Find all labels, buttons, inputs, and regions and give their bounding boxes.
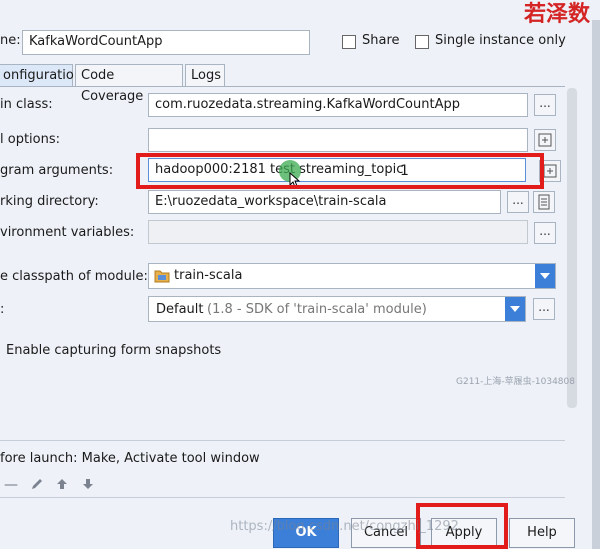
move-down-icon[interactable] — [81, 477, 95, 495]
chevron-down-icon[interactable] — [535, 264, 555, 288]
main-class-label: in class: — [0, 97, 53, 112]
tab-logs[interactable]: Logs — [185, 64, 225, 87]
chevron-down-icon[interactable] — [505, 297, 525, 321]
classpath-module-label: e classpath of module: — [0, 269, 148, 284]
single-instance-checkbox[interactable] — [415, 35, 429, 49]
working-directory-browse-button[interactable]: ... — [507, 191, 529, 213]
jre-value-main: Default — [156, 302, 204, 317]
environment-variables-label: vironment variables: — [0, 225, 135, 240]
environment-variables-button[interactable]: ... — [534, 222, 556, 244]
main-class-field[interactable]: com.ruozedata.streaming.KafkaWordCountAp… — [148, 93, 528, 117]
working-directory-label: rking directory: — [0, 194, 99, 209]
share-label: Share — [362, 33, 400, 48]
scrollbar[interactable] — [567, 88, 577, 408]
vm-options-label: l options: — [0, 132, 61, 147]
vm-options-field[interactable] — [148, 128, 528, 152]
working-directory-field[interactable]: E:\ruozedata_workspace\train-scala — [148, 190, 501, 214]
jre-browse-button[interactable]: ... — [533, 298, 555, 320]
vm-options-expand-icon[interactable] — [534, 129, 556, 151]
footer-watermark: https://blog.csdn.net/congzhi_1292 — [230, 519, 459, 534]
classpath-module-value: train-scala — [174, 268, 243, 283]
gray-watermark: G211-上海-苹履虫-1034808 — [456, 377, 575, 387]
jre-select[interactable]: Default (1.8 - SDK of 'train-scala' modu… — [148, 296, 526, 322]
background-window-edge — [592, 20, 600, 549]
tab-configuration[interactable]: onfiguration — [0, 64, 82, 87]
snapshot-label: Enable capturing form snapshots — [6, 343, 222, 358]
program-arguments-label: gram arguments: — [0, 163, 114, 178]
environment-variables-field[interactable] — [148, 220, 528, 244]
working-directory-macro-icon[interactable] — [533, 191, 555, 213]
jre-label: : — [0, 302, 5, 317]
top-watermark: 若泽数 — [524, 1, 591, 27]
remove-icon[interactable]: — — [4, 477, 18, 493]
edit-icon[interactable] — [30, 477, 44, 495]
classpath-module-select[interactable]: train-scala — [148, 263, 556, 289]
share-checkbox[interactable] — [342, 35, 356, 49]
name-field[interactable]: KafkaWordCountApp — [22, 30, 310, 55]
single-instance-label: Single instance only — [435, 33, 566, 48]
jre-value-detail: (1.8 - SDK of 'train-scala' module) — [207, 302, 427, 317]
tab-code-coverage[interactable]: Code Coverage — [75, 64, 183, 104]
main-class-browse-button[interactable]: ... — [534, 94, 556, 116]
module-folder-icon — [154, 269, 170, 287]
name-label: ne: — [0, 33, 21, 48]
help-button[interactable]: Help — [509, 518, 575, 548]
highlight-box-arguments — [136, 153, 544, 189]
before-launch-label: fore launch: Make, Activate tool window — [0, 451, 260, 466]
before-launch-list-bottom — [0, 497, 565, 498]
before-launch-divider — [0, 440, 565, 441]
move-up-icon[interactable] — [55, 477, 69, 495]
